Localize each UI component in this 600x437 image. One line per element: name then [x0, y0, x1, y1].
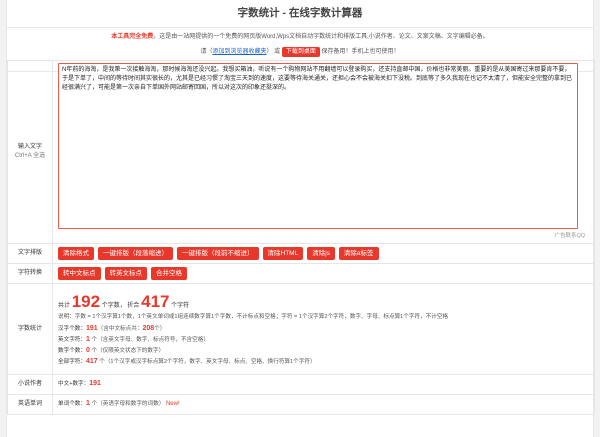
- novel-row: 小说作者 中文+数字：191: [7, 374, 595, 395]
- english-words-label: 英语单词: [7, 394, 53, 415]
- clear-html-button[interactable]: 清除HTML: [262, 247, 304, 260]
- add-favorites-link[interactable]: 添加到浏览器收藏夹: [212, 49, 266, 55]
- input-label: 输入文字: [17, 144, 42, 150]
- typeset-buttons: 清除格式 一键排版（段落缩进） 一键排版（段前不缩进） 清除HTML 清除js 清除a标签: [52, 243, 595, 264]
- convert-buttons: 转中文标点 转英文标点 合并空格: [52, 263, 595, 284]
- tool-table: 输入文字 Ctrl+A 全选 N年前的海淘，是我第一次接触海淘，那时候海淘还没兴…: [7, 60, 595, 415]
- total-words-value: 192: [71, 291, 101, 311]
- page-container: 字数统计 - 在线字数计算器 本工具完全免费，这是由一站网提供的一个免费的网页版…: [6, 0, 595, 437]
- all-chars-label: 全部字符：: [58, 358, 86, 365]
- english-note: 个（含英文字母、数字、标点符号，不含空格）: [91, 336, 209, 343]
- input-label-cell: 输入文字 Ctrl+A 全选: [7, 60, 53, 244]
- all-chars-count: 417: [85, 357, 98, 365]
- text-input-area[interactable]: N年前的海淘，是我第一次接触海淘，那时候海淘还没兴起。我想买箱油，听说有一个购物…: [58, 63, 578, 229]
- words-unit: 个字数，: [101, 302, 126, 309]
- notice-save-hint: 保存备用！手机上也可使用！: [321, 49, 400, 55]
- stats-label: 字数统计: [7, 283, 53, 375]
- notice-or: 或: [274, 49, 281, 55]
- typeset-label: 文字排版: [7, 243, 53, 264]
- hanzi-label: 汉字个数：: [58, 325, 86, 332]
- english-count: 1: [85, 335, 90, 343]
- typeset-indent-button[interactable]: 一键排版（段落缩进）: [98, 247, 173, 260]
- notice-please: 请（: [200, 49, 213, 55]
- convert-row: 字符转换 转中文标点 转英文标点 合并空格: [7, 263, 595, 284]
- english-words-prefix: 单词个数：: [58, 401, 86, 407]
- stats-total-line: 共计 192 个字数， 折合 417 个字符: [58, 292, 591, 312]
- digit-count: 0: [85, 346, 90, 354]
- novel-value: 191: [89, 380, 101, 387]
- digit-line: 数字个数：0 个（仅限英文状态下的数字）: [58, 345, 591, 356]
- ad-contact-text: 广告联系QQ: [554, 233, 585, 239]
- select-all-hint: Ctrl+A 全选: [14, 153, 46, 159]
- stats-row: 字数统计 共计 192 个字数， 折合 417 个字符 说明：字数 = 1个汉字…: [7, 283, 595, 375]
- english-words-suffix: 个（英语字母和数字的词数）: [91, 401, 165, 407]
- english-words-cell: 单词个数：1 个（英语字母和数字的词数） New!: [52, 394, 595, 415]
- hanzi-note: （含中文标点共：: [97, 325, 143, 332]
- chars-unit: 个字符: [171, 302, 190, 309]
- notice-line-1: 本工具完全免费，这是由一站网提供的一个免费的网页版Word,Wps文档自动字数统…: [7, 31, 593, 43]
- digit-note: 个（仅限英文状态下的数字）: [91, 347, 165, 354]
- english-words-value: 1: [85, 400, 90, 407]
- to-chinese-punct-button[interactable]: 转中文标点: [58, 267, 101, 280]
- convert-label: 字符转换: [7, 263, 53, 284]
- novel-label: 小说作者: [7, 374, 53, 395]
- page-title: 字数统计 - 在线字数计算器: [7, 0, 593, 28]
- typeset-no-indent-button[interactable]: 一键排版（段前不缩进）: [177, 247, 259, 260]
- clear-format-button[interactable]: 清除格式: [58, 247, 94, 260]
- input-row: 输入文字 Ctrl+A 全选 N年前的海淘，是我第一次接触海淘，那时候海淘还没兴…: [7, 60, 595, 244]
- digit-label: 数字个数：: [58, 347, 86, 354]
- merge-spaces-button[interactable]: 合并空格: [151, 267, 187, 280]
- typeset-row: 文字排版 清除格式 一键排版（段落缩进） 一键排版（段前不缩进） 清除HTML 清除js…: [7, 243, 595, 264]
- clear-a-tag-button[interactable]: 清除a标签: [338, 247, 379, 260]
- stats-note: 说明：字数 = 1个汉字算1个数，1个英文单词或1组连续数字算1个字数，不计标点…: [58, 313, 449, 320]
- english-label: 英文字符：: [58, 336, 86, 343]
- notice-description: ，这是由一站网提供的一个免费的网页版Word,Wps文档自动字数统计和排版工具,…: [153, 34, 489, 40]
- fold-prefix: 折合: [127, 302, 140, 309]
- hanzi-punct-count: 208: [142, 324, 155, 332]
- all-chars-line: 全部字符：417 个（1个汉字或汉字标点算2个字符，数字、英文字母、标点、空格、…: [58, 356, 591, 367]
- clear-js-button[interactable]: 清除js: [307, 247, 335, 260]
- download-desktop-button[interactable]: 下载到桌面: [281, 47, 320, 57]
- english-words-row: 英语单词 单词个数：1 个（英语字母和数字的词数） New!: [7, 394, 595, 415]
- to-english-punct-button[interactable]: 转英文标点: [104, 267, 147, 280]
- total-chars-value: 417: [141, 291, 170, 311]
- new-badge: New!: [165, 401, 180, 407]
- novel-cell: 中文+数字：191: [52, 374, 595, 395]
- input-cell: N年前的海淘，是我第一次接触海淘，那时候海淘还没兴起。我想买箱油，听说有一个购物…: [52, 60, 595, 244]
- all-chars-note: 个（1个汉字或汉字标点算2个字符，数字、英文字母、标点、空格、换行符算1个字符）: [99, 358, 316, 365]
- hanzi-line: 汉字个数：191（含中文标点共：208个）: [58, 323, 591, 334]
- notice-paren: ）: [266, 49, 273, 55]
- stats-cell: 共计 192 个字数， 折合 417 个字符 说明：字数 = 1个汉字算1个数，…: [52, 283, 595, 375]
- hanzi-note-end: 个）: [154, 325, 166, 332]
- notice-line-2: 请（添加到浏览器收藏夹） 或 下载到桌面 保存备用！手机上也可使用！: [7, 46, 593, 58]
- total-prefix: 共计: [58, 302, 71, 309]
- english-chars-line: 英文字符：1 个（含英文字母、数字、标点符号，不含空格）: [58, 334, 591, 345]
- hanzi-count: 191: [85, 324, 98, 332]
- novel-text: 中文+数字：: [58, 381, 90, 387]
- free-highlight: 本工具完全免费: [111, 34, 154, 40]
